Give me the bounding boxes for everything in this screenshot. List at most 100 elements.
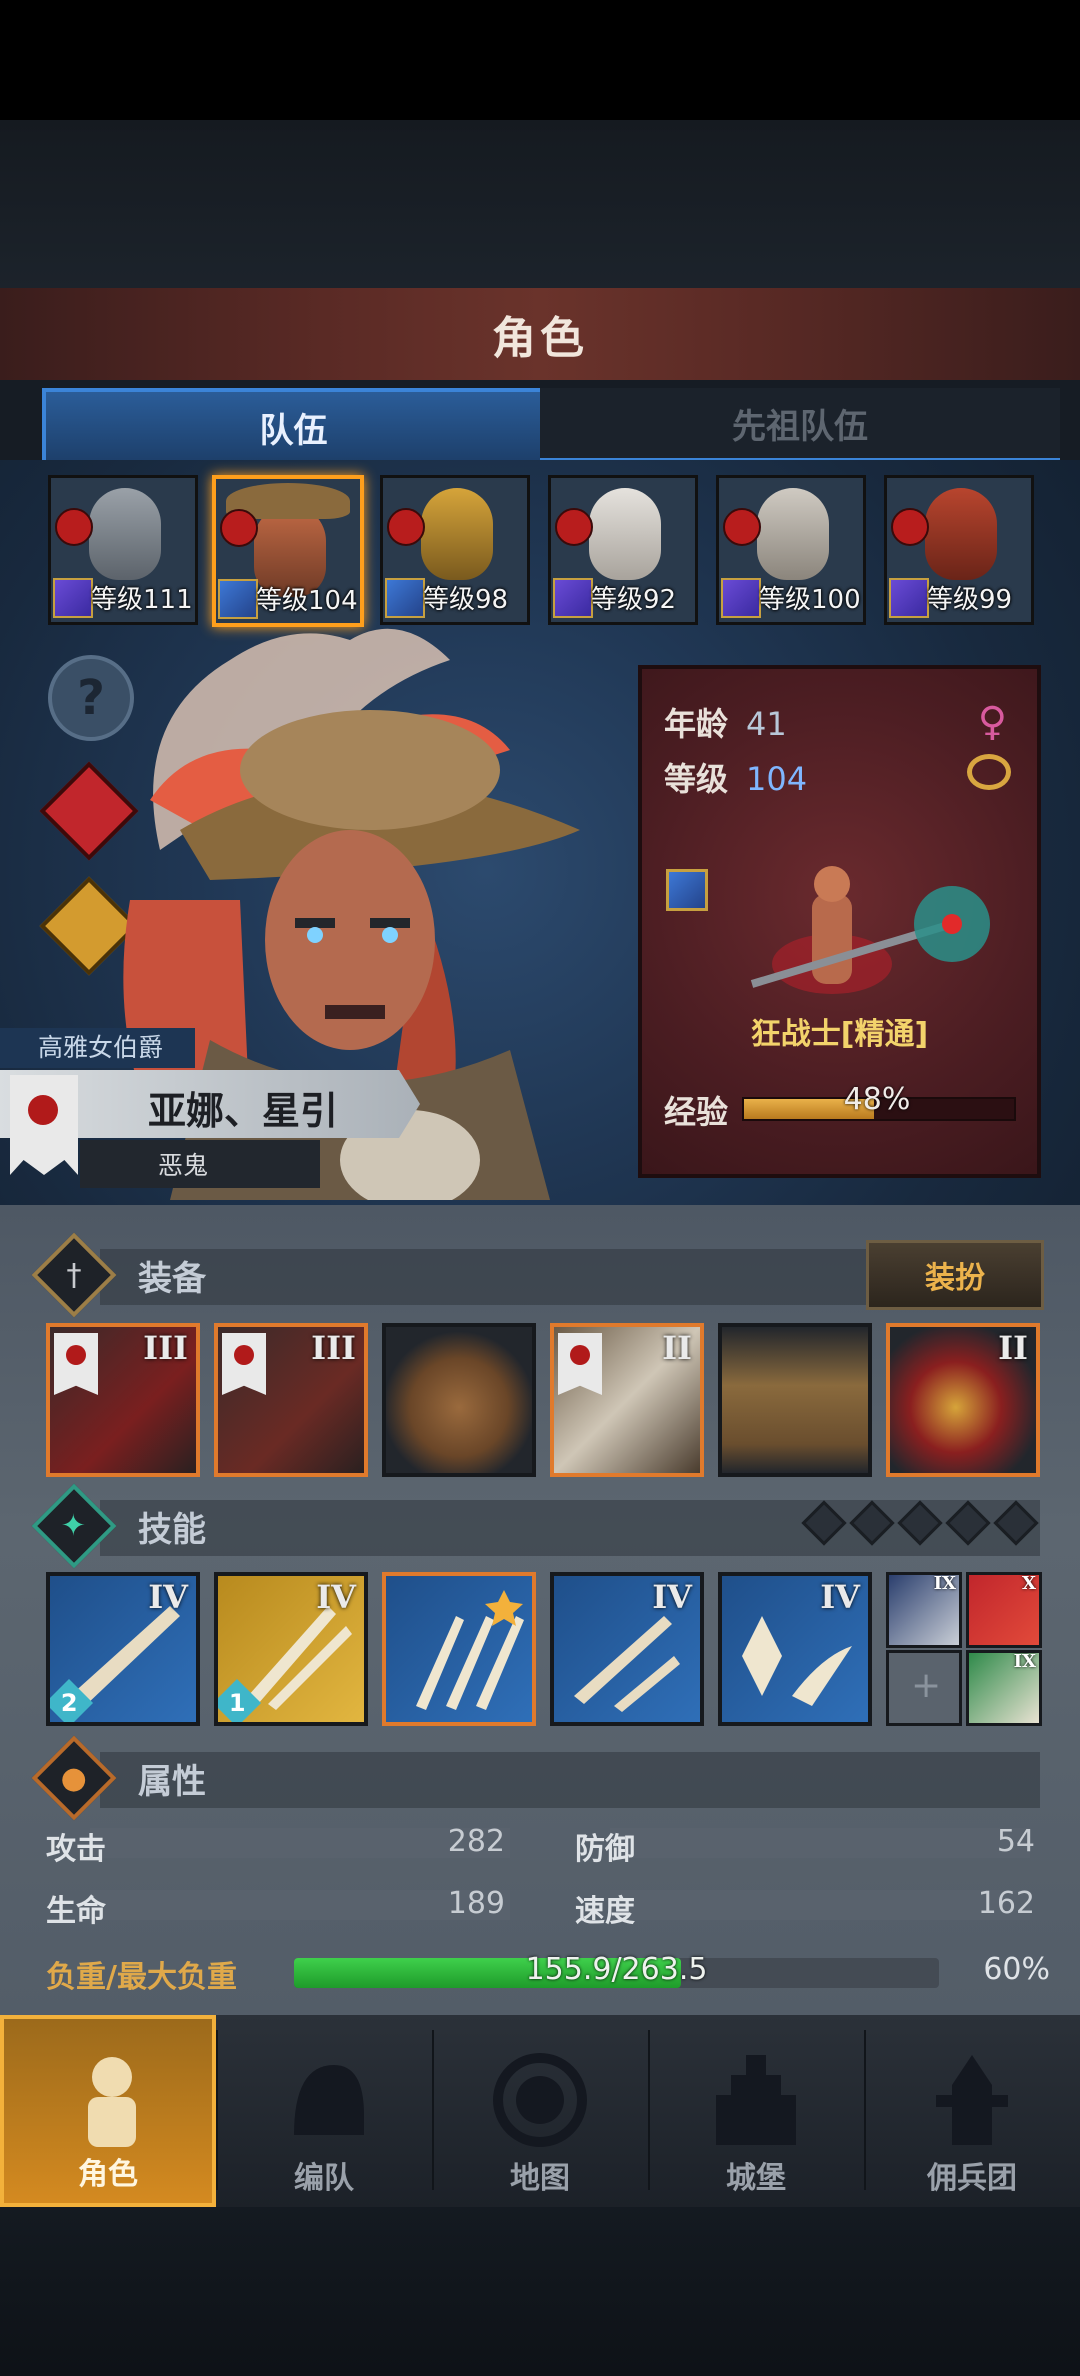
hero-subtitle-box: 高雅女伯爵 bbox=[0, 1028, 195, 1068]
attributes-header: ● 属性 bbox=[31, 1735, 206, 1821]
mercenary-icon bbox=[936, 2055, 1008, 2145]
class-badge-icon bbox=[387, 508, 425, 546]
skill-slot-1[interactable]: IV 2 bbox=[46, 1572, 200, 1726]
empty-slot-icon: + bbox=[911, 1665, 942, 1706]
faction-banner-icon bbox=[54, 1333, 98, 1395]
skill-slot-4[interactable]: IV bbox=[550, 1572, 704, 1726]
skill-slot-2[interactable]: IV 1 bbox=[214, 1572, 368, 1726]
gold-helmet-portrait-icon bbox=[421, 488, 493, 580]
attributes-label: 属性 bbox=[138, 1761, 206, 1802]
mini-skill-4[interactable]: IX bbox=[966, 1650, 1042, 1726]
age-label: 年龄 bbox=[664, 705, 729, 743]
equipment-slot-boots[interactable] bbox=[718, 1323, 872, 1477]
defense-label: 防御 bbox=[575, 1832, 635, 1867]
mini-skill-2[interactable]: X bbox=[966, 1572, 1042, 1648]
skills-label: 技能 bbox=[138, 1509, 206, 1550]
class-badge-icon bbox=[55, 508, 93, 546]
hp-value: 189 bbox=[447, 1886, 505, 1921]
burden-percent: 60% bbox=[983, 1952, 1050, 1987]
level-row: 等级 104 bbox=[664, 754, 807, 800]
class-badge-icon bbox=[220, 509, 258, 547]
elder-portrait-icon bbox=[757, 488, 829, 580]
roster-portrait-6[interactable]: 等级99 bbox=[884, 475, 1034, 625]
mini-skill-1[interactable]: IX bbox=[886, 1572, 962, 1648]
age-row: 年龄 41 bbox=[664, 699, 787, 745]
knight-icon bbox=[88, 2057, 136, 2147]
mini-skill-rank: IX bbox=[1013, 1651, 1036, 1672]
helmet-portrait-icon bbox=[89, 488, 161, 580]
staff-icon bbox=[721, 578, 761, 618]
class-badge-icon bbox=[723, 508, 761, 546]
staff-icon bbox=[53, 578, 93, 618]
skill-slot-3[interactable] bbox=[382, 1572, 536, 1726]
hero-subtitle: 高雅女伯爵 bbox=[38, 1033, 164, 1062]
nav-map[interactable]: 地图 bbox=[432, 2015, 648, 2207]
skills-stripe bbox=[100, 1500, 1040, 1556]
berserker-class-illustration bbox=[750, 866, 990, 994]
bottom-background bbox=[0, 2207, 1080, 2376]
mini-skill-empty[interactable]: + bbox=[886, 1650, 962, 1726]
equipment-slot-armor[interactable]: II bbox=[550, 1323, 704, 1477]
skill-rank: IV bbox=[652, 1578, 692, 1616]
tab-ancestor-label: 先祖队伍 bbox=[732, 406, 868, 447]
trait-box[interactable]: 恶鬼 bbox=[80, 1140, 320, 1188]
dagger-icon: † bbox=[31, 1232, 117, 1318]
status-bar bbox=[0, 0, 1080, 120]
skill-rank: IV bbox=[820, 1578, 860, 1616]
hero-name: 亚娜、星引 bbox=[148, 1089, 339, 1133]
female-gender-icon: ♀ bbox=[977, 699, 1007, 745]
skill-rank: IV bbox=[316, 1578, 356, 1616]
ring-icon[interactable] bbox=[967, 754, 1011, 790]
tab-bar: 队伍 先祖队伍 bbox=[0, 380, 1080, 462]
hp-label: 生命 bbox=[46, 1894, 106, 1929]
nav-mercenary-label: 佣兵团 bbox=[927, 2161, 1017, 2196]
hero-info-card: 年龄 41 ♀ 等级 104 狂战士[精通] 经验 48% bbox=[638, 665, 1041, 1178]
speed-value: 162 bbox=[977, 1886, 1035, 1921]
burden-label: 负重/最大负重 bbox=[46, 1960, 237, 1995]
nav-castle[interactable]: 城堡 bbox=[648, 2015, 864, 2207]
nav-formation-label: 编队 bbox=[294, 2161, 354, 2196]
attack-label: 攻击 bbox=[46, 1832, 106, 1867]
castle-icon bbox=[716, 2055, 796, 2145]
attribute-icon: ● bbox=[31, 1735, 117, 1821]
nav-mercenary[interactable]: 佣兵团 bbox=[864, 2015, 1080, 2207]
dress-up-label: 装扮 bbox=[925, 1261, 985, 1296]
tab-team[interactable]: 队伍 bbox=[42, 388, 545, 462]
equipment-slot-1[interactable]: III bbox=[46, 1323, 200, 1477]
nav-formation[interactable]: 编队 bbox=[216, 2015, 432, 2207]
tab-ancestor-team[interactable]: 先祖队伍 bbox=[540, 388, 1060, 462]
equipment-rank: III bbox=[143, 1329, 188, 1367]
equipment-header: † 装备 bbox=[31, 1232, 206, 1318]
nav-character-label: 角色 bbox=[78, 2157, 138, 2192]
page-title: 角色 bbox=[492, 313, 588, 364]
level-label: 等级 bbox=[664, 760, 729, 798]
dress-up-button[interactable]: 装扮 bbox=[866, 1240, 1044, 1310]
top-background bbox=[0, 120, 1080, 288]
class-badge-icon bbox=[891, 508, 929, 546]
exp-text: 48% bbox=[843, 1082, 911, 1117]
attack-value: 282 bbox=[447, 1824, 505, 1859]
equipment-rank: II bbox=[998, 1329, 1028, 1367]
helmet-formation-icon bbox=[294, 2065, 364, 2135]
equipment-slot-2[interactable]: III bbox=[214, 1323, 368, 1477]
burden-text: 155.9/263.5 bbox=[525, 1952, 708, 1987]
equipment-rank: II bbox=[662, 1329, 692, 1367]
nav-map-label: 地图 bbox=[510, 2161, 570, 2196]
skill-slot-5[interactable]: IV bbox=[718, 1572, 872, 1726]
mini-skill-rank: IX bbox=[933, 1573, 956, 1594]
mini-skill-rank: X bbox=[1022, 1573, 1036, 1594]
claw-strike-icon bbox=[416, 1590, 524, 1710]
nav-character[interactable]: 角色 bbox=[0, 2015, 216, 2207]
skill-count: 2 bbox=[60, 1688, 78, 1717]
equipment-rank: III bbox=[311, 1329, 356, 1367]
roster-portrait-5[interactable]: 等级100 bbox=[716, 475, 866, 625]
equipment-slot-helmet[interactable] bbox=[382, 1323, 536, 1477]
speed-label: 速度 bbox=[575, 1894, 635, 1929]
faction-banner-icon bbox=[222, 1333, 266, 1395]
equipment-slot-amulet[interactable]: II bbox=[886, 1323, 1040, 1477]
staff-icon bbox=[889, 578, 929, 618]
white-hair-portrait-icon bbox=[589, 488, 661, 580]
class-badge-icon bbox=[555, 508, 593, 546]
attributes-stripe bbox=[100, 1752, 1040, 1808]
level-value: 104 bbox=[746, 760, 808, 798]
